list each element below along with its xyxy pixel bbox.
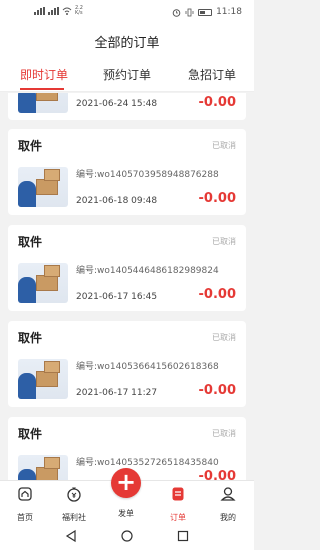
order-status-badge: 已取消 (212, 237, 236, 246)
order-card[interactable]: 取件 已取消 编号:wo1405703958948876288 2021-06-… (8, 129, 246, 215)
recents-square-icon[interactable] (176, 529, 190, 543)
nav-welfare[interactable]: 福利社 (54, 486, 94, 523)
profile-icon (220, 487, 236, 501)
page-title: 全部的订单 (94, 36, 160, 51)
order-type: 取件 (18, 235, 43, 249)
status-left: 2.2 K/s (34, 6, 83, 16)
order-card[interactable]: 取件 已取消 编号:wo1405446486182989824 2021-06-… (8, 225, 246, 311)
order-thumbnail (18, 263, 68, 303)
sim2-signal-icon (48, 7, 59, 15)
back-triangle-icon[interactable] (64, 529, 78, 543)
order-time: 2021-06-17 11:27 (76, 388, 158, 398)
order-thumbnail (18, 93, 68, 113)
wifi-icon (62, 7, 72, 15)
app-header: 全部的订单 (0, 24, 254, 58)
active-tab-indicator (20, 88, 64, 90)
order-tabs: 即时订单 预约订单 急招订单 (0, 58, 254, 92)
order-amount: -0.00 (198, 287, 236, 302)
order-time: 2021-06-17 16:45 (76, 292, 158, 302)
order-list-icon (172, 487, 184, 501)
nav-label: 发单 (118, 509, 134, 518)
network-speed: 2.2 K/s (75, 5, 83, 16)
order-number: 编号:wo1405703958948876288 (76, 170, 219, 180)
order-number: 编号:wo1405352726518435840 (76, 458, 219, 468)
order-amount: -0.00 (198, 191, 236, 206)
order-type: 取件 (18, 139, 43, 153)
post-order-fab[interactable]: + (111, 468, 141, 498)
status-time: 11:18 (216, 7, 242, 17)
nav-profile[interactable]: 我的 (208, 486, 248, 523)
vibrate-icon (185, 8, 194, 16)
order-status-badge: 已取消 (212, 141, 236, 150)
order-thumbnail (18, 167, 68, 207)
tab-instant-orders[interactable]: 即时订单 (20, 66, 68, 83)
status-right: 11:18 (172, 7, 242, 17)
order-card[interactable]: 取件 已取消 编号:wo1405366415602618368 2021-06-… (8, 321, 246, 407)
order-time: 2021-06-24 15:48 (76, 99, 158, 109)
status-bar: 2.2 K/s 11:18 (0, 0, 254, 24)
sim-signal-icon (34, 7, 45, 15)
order-type: 取件 (18, 427, 43, 441)
order-thumbnail (18, 359, 68, 399)
alarm-icon (172, 8, 181, 17)
money-bag-icon (67, 487, 81, 502)
tab-urgent-orders[interactable]: 急招订单 (188, 66, 236, 83)
order-number: 编号:wo1405446486182989824 (76, 266, 219, 276)
order-amount: -0.00 (198, 95, 236, 110)
nav-home[interactable]: 首页 (5, 486, 45, 523)
system-nav-bar (0, 522, 254, 550)
order-status-badge: 已取消 (212, 333, 236, 342)
battery-icon (198, 8, 213, 16)
order-amount: -0.00 (198, 383, 236, 398)
home-circle-icon[interactable] (120, 529, 134, 543)
order-time: 2021-06-18 09:48 (76, 196, 158, 206)
order-number: 编号:wo1405366415602618368 (76, 362, 219, 372)
tab-scheduled-orders[interactable]: 预约订单 (103, 66, 151, 83)
nav-orders[interactable]: 订单 (158, 486, 198, 523)
order-type: 取件 (18, 331, 43, 345)
home-icon (18, 487, 32, 501)
order-status-badge: 已取消 (212, 429, 236, 438)
order-card-partial[interactable]: 2021-06-24 15:48 -0.00 (8, 93, 246, 120)
